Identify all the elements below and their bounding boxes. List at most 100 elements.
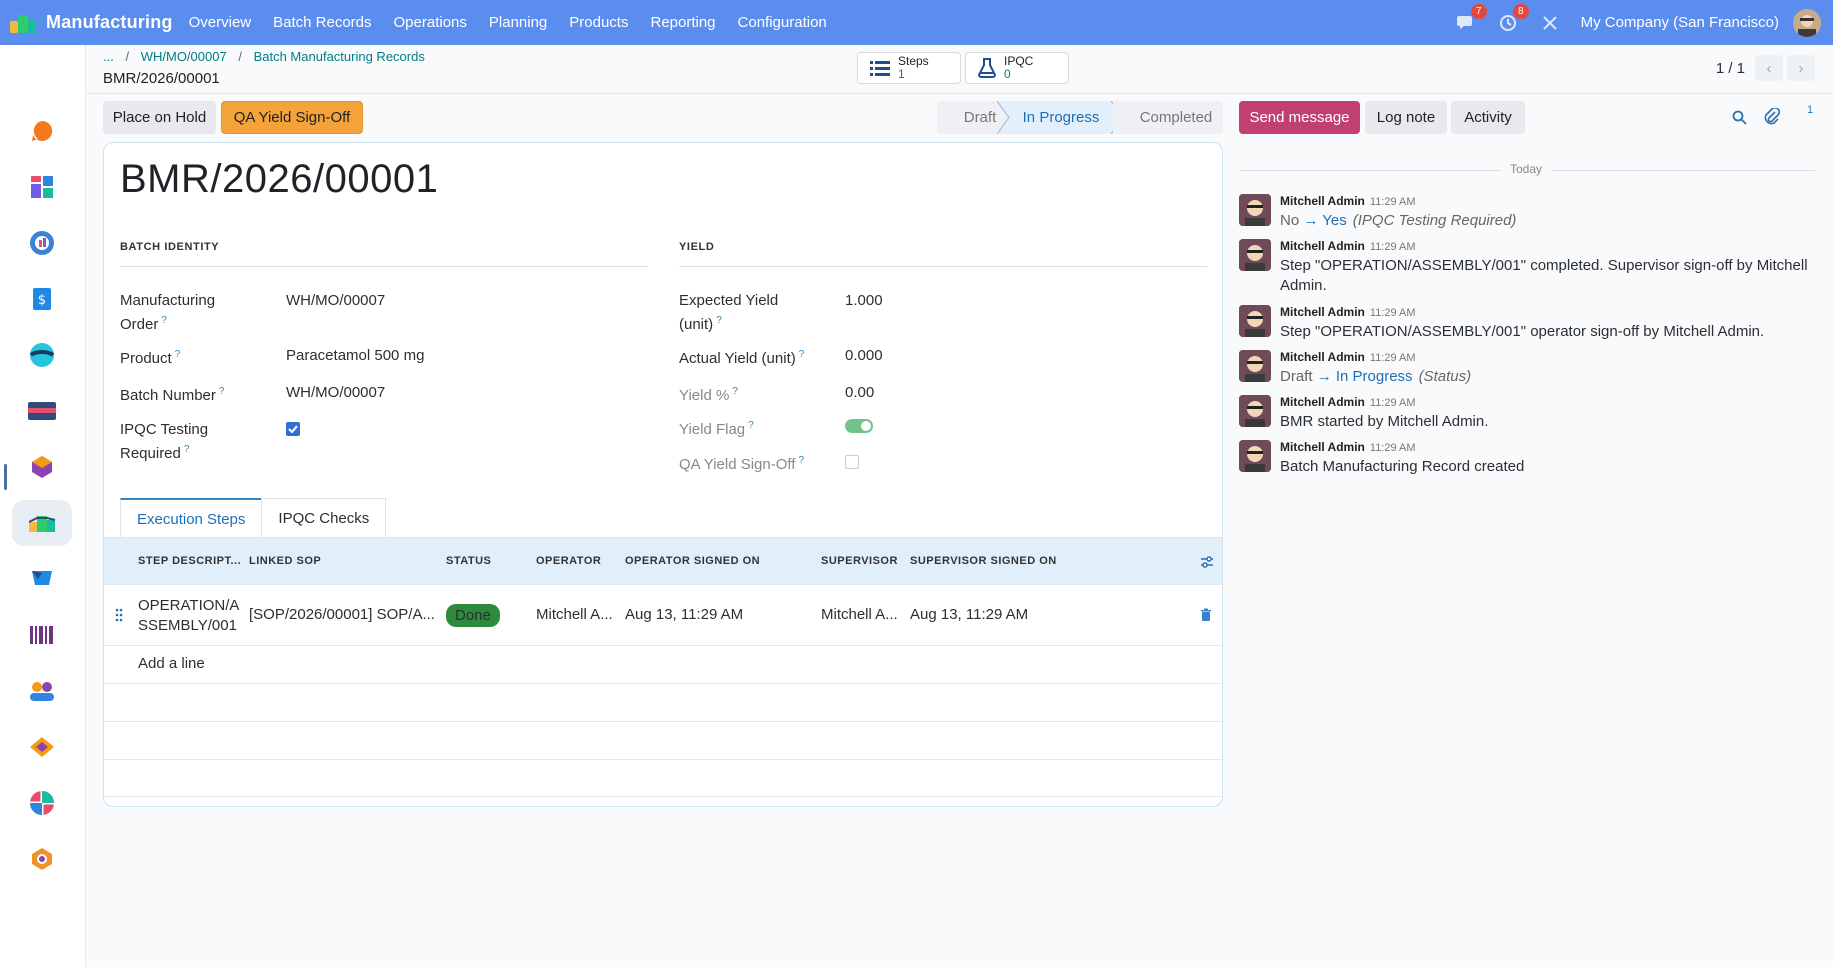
qa-signoff-label: QA Yield Sign-Off? [679,455,805,473]
chevron-left-icon: ‹ [1766,59,1772,77]
app-name: Manufacturing [46,12,173,32]
inventory-app-icon[interactable] [12,444,72,490]
message-body: BMR started by Mitchell Admin. [1280,413,1489,430]
author-name[interactable]: Mitchell Admin [1280,350,1365,364]
col-operator[interactable]: OPERATOR [536,555,601,567]
col-supervisor[interactable]: SUPERVISOR [821,555,898,567]
author-avatar[interactable] [1239,239,1271,271]
col-operator-signed-on[interactable]: OPERATOR SIGNED ON [625,555,760,567]
tab-execution-steps[interactable]: Execution Steps [120,498,263,538]
batch-number-field[interactable]: WH/MO/00007 [286,383,385,403]
tools-icon [1542,15,1557,30]
activities-button[interactable]: 8 [1497,3,1529,34]
expected-yield-field[interactable]: 1.000 [845,291,883,311]
author-avatar[interactable] [1239,194,1271,226]
author-name[interactable]: Mitchell Admin [1280,395,1365,409]
settings-app-icon[interactable] [12,836,72,882]
stage-in-progress[interactable]: In Progress [999,101,1113,134]
product-field[interactable]: Paracetamol 500 mg [286,346,424,366]
author-avatar[interactable] [1239,305,1271,337]
trash-icon[interactable] [1200,608,1212,622]
stage-draft[interactable]: Draft [937,101,999,134]
col-step-description[interactable]: STEP DESCRIPT... [138,555,241,567]
author-avatar[interactable] [1239,395,1271,427]
column-settings-icon[interactable] [1200,555,1214,569]
menu-planning[interactable]: Planning [489,14,547,31]
menu-operations[interactable]: Operations [394,14,467,31]
author-avatar[interactable] [1239,440,1271,472]
crm-app-icon[interactable] [12,220,72,266]
employees-app-icon[interactable] [12,668,72,714]
add-line-link[interactable]: Add a line [138,655,205,672]
col-status[interactable]: STATUS [446,555,491,567]
messages-badge: 7 [1471,3,1487,19]
discuss-app-icon[interactable] [12,108,72,154]
record-name[interactable]: BMR/2026/00001 [120,157,438,202]
documents-app-icon[interactable] [12,780,72,826]
empty-row [104,721,1222,759]
stage-completed[interactable]: Completed [1113,101,1223,134]
messages-button[interactable]: 7 [1455,3,1487,34]
activity-button[interactable]: Activity [1451,101,1525,134]
send-message-button[interactable]: Send message [1239,101,1360,134]
author-name[interactable]: Mitchell Admin [1280,440,1365,454]
barcode-app-icon[interactable] [12,612,72,658]
manufacturing-app-icon[interactable] [12,500,72,546]
actual-yield-field[interactable]: 0.000 [845,346,883,366]
tab-ipqc-checks[interactable]: IPQC Checks [261,498,387,538]
control-panel-divider [86,93,1833,94]
mo-field[interactable]: WH/MO/00007 [286,291,385,311]
pager-previous-button[interactable]: ‹ [1755,55,1783,81]
invoicing-app-icon[interactable]: $ [12,276,72,322]
execution-steps-table: STEP DESCRIPT... LINKED SOP STATUS OPERA… [104,537,1222,797]
help-icon: ? [748,420,754,431]
menu-batch-records[interactable]: Batch Records [273,14,371,31]
ipqc-count: 0 [1004,67,1011,81]
drag-handle-icon[interactable] [115,608,123,622]
sales-app-icon[interactable] [12,724,72,770]
author-avatar[interactable] [1239,350,1271,382]
followers-count[interactable]: 1 [1807,104,1813,116]
log-note-button[interactable]: Log note [1365,101,1447,134]
col-linked-sop[interactable]: LINKED SOP [249,555,321,567]
purchase-app-icon[interactable] [12,556,72,602]
col-supervisor-signed-on[interactable]: SUPERVISOR SIGNED ON [910,555,1057,567]
author-name[interactable]: Mitchell Admin [1280,194,1365,208]
paperclip-icon[interactable] [1764,108,1780,126]
steps-smart-button[interactable]: Steps 1 [857,52,961,84]
search-icon[interactable] [1732,110,1747,125]
accounting-app-icon[interactable] [12,388,72,434]
menu-reporting[interactable]: Reporting [650,14,715,31]
dashboards-app-icon[interactable] [12,164,72,210]
place-on-hold-button[interactable]: Place on Hold [103,101,216,134]
help-icon: ? [218,386,225,397]
qa-yield-signoff-button[interactable]: QA Yield Sign-Off [221,101,363,134]
menu-products[interactable]: Products [569,14,628,31]
app-brand[interactable]: Manufacturing [10,12,173,33]
author-name[interactable]: Mitchell Admin [1280,239,1365,253]
menu-overview[interactable]: Overview [189,14,252,31]
mo-label: Manufacturing Order? [120,292,216,333]
breadcrumb-bmr-list[interactable]: Batch Manufacturing Records [254,49,425,64]
menu-configuration[interactable]: Configuration [738,14,827,31]
project-app-icon[interactable] [12,332,72,378]
pager-next-button[interactable]: › [1787,55,1815,81]
add-line-row: Add a line [104,645,1222,683]
company-switcher[interactable]: My Company (San Francisco) [1581,14,1779,31]
breadcrumb-ellipsis[interactable]: ... [103,49,114,64]
user-avatar[interactable] [1793,8,1821,37]
tools-button[interactable] [1539,12,1561,34]
message-time: 11:29 AM [1369,241,1416,253]
yield-flag-label: Yield Flag? [679,420,754,438]
author-name[interactable]: Mitchell Admin [1280,305,1365,319]
message-body: Step "OPERATION/ASSEMBLY/001" operator s… [1280,323,1765,340]
help-icon: ? [161,315,167,326]
breadcrumb-mo[interactable]: WH/MO/00007 [141,49,227,64]
yield-flag-toggle [845,419,873,433]
ipqc-required-checkbox[interactable] [286,422,300,436]
product-label: Product? [120,349,181,367]
table-row[interactable]: OPERATION/A SSEMBLY/001 [SOP/2026/00001] … [104,584,1222,645]
status-badge: Done [446,604,500,627]
pager-value[interactable]: 1 / 1 [1716,60,1745,77]
ipqc-smart-button[interactable]: IPQC 0 [965,52,1069,84]
